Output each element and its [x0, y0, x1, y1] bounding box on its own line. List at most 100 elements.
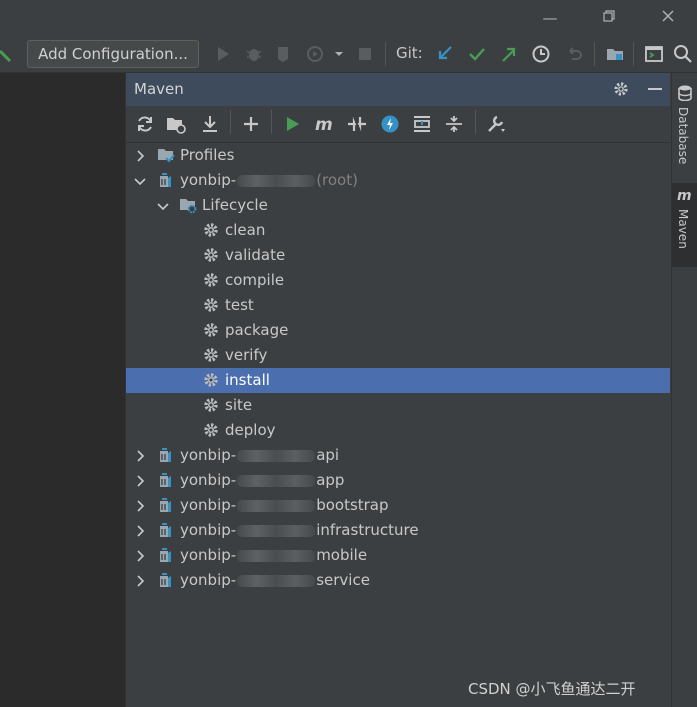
skip-tests-icon[interactable]	[380, 114, 400, 134]
redacted-text	[237, 449, 316, 462]
redacted-text	[237, 499, 316, 512]
maven-module-icon	[157, 521, 175, 539]
chevron-down-icon[interactable]	[156, 198, 170, 212]
maven-tool-window: Maven m Profiles yonbip- (root) Lifecycl…	[126, 73, 670, 707]
toolbar-divider	[385, 42, 386, 66]
run-anything-icon[interactable]	[644, 43, 664, 65]
tree-item-label: Profiles	[180, 146, 235, 164]
database-icon	[678, 85, 692, 105]
watermark: CSDN @小飞鱼通达二开	[468, 680, 636, 698]
main-toolbar: Add Configuration... Git:	[0, 36, 697, 73]
tree-item-module-app[interactable]: yonbip-app	[126, 468, 670, 493]
gear-icon	[202, 221, 220, 239]
tree-item-goal-deploy[interactable]: deploy	[126, 418, 670, 443]
run-icon[interactable]	[214, 43, 232, 65]
redacted-text	[237, 574, 316, 587]
chevron-right-icon[interactable]	[133, 473, 147, 487]
git-commit-icon[interactable]	[467, 43, 487, 65]
git-history-icon[interactable]	[531, 43, 551, 65]
tab-database[interactable]: Database	[672, 81, 697, 171]
coverage-icon[interactable]	[274, 43, 294, 65]
chevron-down-icon[interactable]	[133, 173, 147, 187]
tree-item-module-bootstrap[interactable]: yonbip-bootstrap	[126, 493, 670, 518]
tree-item-goal-test[interactable]: test	[126, 293, 670, 318]
tree-item-label: verify	[225, 346, 268, 364]
tree-item-goal-verify[interactable]: verify	[126, 343, 670, 368]
toggle-offline-icon[interactable]	[347, 114, 367, 134]
tree-item-label: site	[225, 396, 253, 414]
tree-item-label: deploy	[225, 421, 276, 439]
add-configuration-button[interactable]: Add Configuration...	[27, 40, 199, 68]
chevron-right-icon[interactable]	[133, 448, 147, 462]
download-sources-icon[interactable]	[200, 114, 220, 134]
tab-maven[interactable]: m Maven	[672, 183, 697, 267]
title-bar: —	[0, 0, 697, 36]
tab-database-label: Database	[676, 107, 690, 165]
close-icon[interactable]	[658, 8, 678, 28]
tree-item-goal-clean[interactable]: clean	[126, 218, 670, 243]
chevron-right-icon[interactable]	[133, 573, 147, 587]
git-update-icon[interactable]	[435, 43, 455, 65]
maven-module-icon	[157, 496, 175, 514]
chevron-right-icon[interactable]	[133, 548, 147, 562]
tree-item-label: yonbip-bootstrap	[180, 496, 389, 514]
add-icon[interactable]	[241, 114, 261, 134]
tree-item-label: clean	[225, 221, 266, 239]
tree-item-label: yonbip- (root)	[180, 171, 358, 189]
execute-maven-goal-icon[interactable]: m	[314, 114, 334, 135]
tree-item-module-infrastructure[interactable]: yonbip-infrastructure	[126, 518, 670, 543]
restore-icon[interactable]	[599, 8, 619, 28]
collapse-all-icon[interactable]	[444, 114, 464, 134]
chevron-right-icon[interactable]	[133, 148, 147, 162]
show-dependencies-icon[interactable]	[412, 114, 432, 134]
git-push-icon[interactable]	[499, 43, 519, 65]
project-structure-icon[interactable]	[605, 43, 625, 65]
svg-text:m: m	[677, 188, 692, 203]
minimize-icon[interactable]: —	[540, 8, 560, 28]
maven-panel-title: Maven	[134, 80, 184, 98]
gear-icon[interactable]	[612, 80, 630, 98]
stop-icon[interactable]	[356, 43, 374, 65]
gear-icon	[202, 321, 220, 339]
build-hammer-icon[interactable]	[0, 43, 14, 65]
tree-item-label: validate	[225, 246, 286, 264]
toolbar-divider	[271, 110, 272, 134]
toolbar-divider	[633, 42, 634, 66]
editor-area	[0, 73, 126, 707]
maven-module-icon	[157, 546, 175, 564]
tree-item-goal-validate[interactable]: validate	[126, 243, 670, 268]
gear-icon	[202, 271, 220, 289]
gear-icon	[202, 421, 220, 439]
profile-icon[interactable]	[305, 43, 325, 65]
chevron-right-icon[interactable]	[133, 498, 147, 512]
tree-item-module-service[interactable]: yonbip-service	[126, 568, 670, 593]
hide-panel-icon[interactable]	[646, 80, 664, 98]
tree-item-label: yonbip-service	[180, 571, 370, 589]
generate-sources-icon[interactable]	[166, 114, 186, 134]
tree-item-goal-install[interactable]: install	[126, 368, 670, 393]
chevron-down-icon[interactable]	[333, 43, 345, 65]
debug-icon[interactable]	[244, 43, 264, 65]
tree-item-label: test	[225, 296, 254, 314]
tree-item-goal-compile[interactable]: compile	[126, 268, 670, 293]
gear-icon	[202, 371, 220, 389]
tree-item-goal-site[interactable]: site	[126, 393, 670, 418]
profiles-folder-icon	[157, 146, 175, 164]
tree-item-root-project[interactable]: yonbip- (root)	[126, 168, 670, 193]
tree-item-profiles[interactable]: Profiles	[126, 143, 670, 168]
tree-item-module-api[interactable]: yonbip-api	[126, 443, 670, 468]
toolbar-divider	[475, 110, 476, 134]
tree-item-lifecycle[interactable]: Lifecycle	[126, 193, 670, 218]
reload-icon[interactable]	[135, 114, 155, 134]
run-maven-build-icon[interactable]	[282, 114, 302, 134]
maven-settings-wrench-icon[interactable]	[486, 114, 506, 134]
maven-tab-icon: m	[677, 187, 693, 207]
git-rollback-icon[interactable]	[564, 43, 584, 65]
tab-maven-label: Maven	[676, 209, 690, 249]
maven-module-icon	[157, 571, 175, 589]
tree-item-goal-package[interactable]: package	[126, 318, 670, 343]
tree-item-module-mobile[interactable]: yonbip-mobile	[126, 543, 670, 568]
chevron-right-icon[interactable]	[133, 523, 147, 537]
tree-item-label: yonbip-infrastructure	[180, 521, 419, 539]
search-icon[interactable]	[672, 43, 694, 65]
